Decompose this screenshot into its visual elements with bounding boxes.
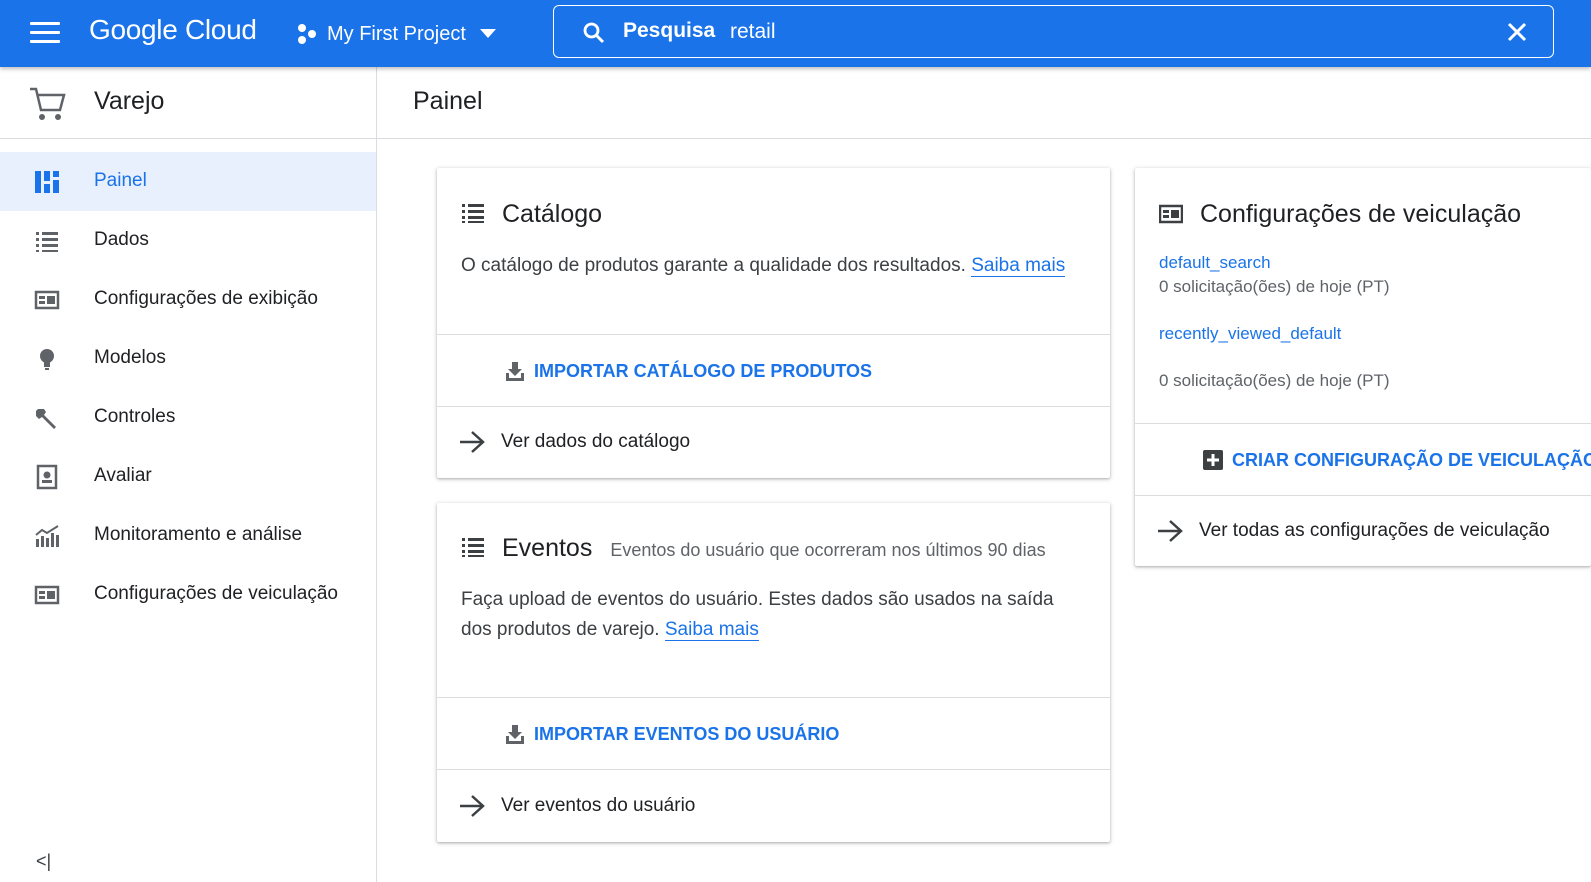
import-events-label: IMPORTAR EVENTOS DO USUÁRIO (534, 723, 840, 744)
serving-config-icon (1159, 204, 1183, 224)
divider (437, 697, 1110, 698)
catalog-title: Catálogo (502, 200, 603, 228)
wrench-icon (36, 409, 56, 429)
import-events-button[interactable]: IMPORTAR EVENTOS DO USUÁRIO (504, 723, 839, 745)
nav-list: Painel Dados Configurações de exibição M… (0, 152, 376, 624)
divider (1135, 495, 1591, 496)
add-box-icon (1203, 450, 1223, 470)
search-input[interactable] (730, 16, 1430, 48)
config-recently-viewed-link[interactable]: recently_viewed_default (1159, 324, 1341, 344)
sidebar-item-configuracoes-veiculacao[interactable]: Configurações de veiculação (0, 565, 376, 624)
arrow-right-icon (460, 431, 485, 453)
sidebar-item-avaliar[interactable]: Avaliar (0, 447, 376, 506)
list-icon (462, 204, 484, 223)
create-serving-config-label: CRIAR CONFIGURAÇÃO DE VEICULAÇÃO (1232, 449, 1591, 470)
view-all-serving-configs-label: Ver todas as configurações de veiculação (1199, 520, 1550, 541)
chevron-down-icon (479, 29, 496, 38)
close-icon[interactable] (1506, 21, 1528, 43)
events-card: Eventos Eventos do usuário que ocorreram … (437, 503, 1110, 842)
sidebar-item-dados[interactable]: Dados (0, 211, 376, 270)
events-subtitle: Eventos do usuário que ocorreram nos últ… (610, 540, 1046, 560)
create-serving-config-button[interactable]: CRIAR CONFIGURAÇÃO DE VEICULAÇÃO (1202, 449, 1591, 471)
view-catalog-link[interactable]: Ver dados do catálogo (459, 430, 690, 454)
events-learn-more-link[interactable]: Saiba mais (664, 619, 759, 641)
arrow-right-icon (460, 795, 485, 817)
project-name: My First Project (327, 22, 466, 45)
import-catalog-label: IMPORTAR CATÁLOGO DE PRODUTOS (534, 360, 873, 381)
top-app-bar: Google Cloud My First Project Pesquisa (0, 0, 1591, 67)
divider (437, 406, 1110, 407)
sidebar-item-label: Painel (94, 170, 147, 191)
sidebar-item-label: Modelos (94, 347, 166, 368)
config-default-search-link[interactable]: default_search (1159, 253, 1271, 273)
list-icon (462, 538, 484, 557)
config-request-count: 0 solicitação(ões) de hoje (PT) (1159, 371, 1390, 390)
serving-configs-card: Configurações de veiculação default_sear… (1135, 168, 1591, 566)
evaluate-icon (36, 464, 58, 490)
nav-header: Varejo (0, 67, 376, 139)
sidebar-item-label: Configurações de exibição (94, 288, 318, 309)
catalog-learn-more-link[interactable]: Saiba mais (971, 255, 1066, 277)
download-icon (506, 725, 524, 744)
divider (437, 334, 1110, 335)
dashboard-icon (35, 171, 59, 193)
import-catalog-button[interactable]: IMPORTAR CATÁLOGO DE PRODUTOS (504, 360, 872, 382)
sidebar-item-painel[interactable]: Painel (0, 152, 376, 211)
arrow-right-icon (1158, 520, 1183, 542)
product-title: Varejo (94, 87, 165, 115)
events-title: Eventos (502, 534, 593, 562)
main-menu-icon[interactable] (30, 22, 60, 44)
page-header: Painel (377, 67, 1591, 139)
project-icon (298, 24, 316, 44)
divider (437, 769, 1110, 770)
view-events-link[interactable]: Ver eventos do usuário (459, 794, 695, 818)
events-header: Eventos Eventos do usuário que ocorreram … (502, 534, 1046, 563)
analytics-icon (35, 525, 59, 547)
sidebar-item-label: Monitoramento e análise (94, 524, 303, 545)
view-events-label: Ver eventos do usuário (501, 795, 696, 816)
config-request-count: 0 solicitação(ões) de hoje (PT) (1159, 277, 1390, 296)
sidebar-item-configuracoes-exibicao[interactable]: Configurações de exibição (0, 270, 376, 329)
serving-title: Configurações de veiculação (1200, 200, 1522, 228)
sidebar-item-label: Configurações de veiculação (94, 583, 338, 604)
sidebar-item-monitoramento[interactable]: Monitoramento e análise (0, 506, 376, 565)
table-config-icon (34, 290, 60, 310)
sidebar-item-label: Dados (94, 229, 149, 250)
download-icon (506, 362, 524, 381)
lightbulb-icon (40, 349, 54, 370)
catalog-body-text: O catálogo de produtos garante a qualida… (461, 255, 966, 276)
divider (1135, 423, 1591, 424)
project-selector[interactable]: My First Project (296, 18, 505, 50)
search-icon (583, 22, 605, 44)
collapse-nav-icon[interactable]: <| (36, 851, 51, 872)
list-icon (36, 232, 58, 252)
search-label: Pesquisa (623, 19, 716, 42)
sidebar-item-label: Avaliar (94, 465, 152, 486)
view-all-serving-configs-link[interactable]: Ver todas as configurações de veiculação (1157, 519, 1550, 543)
page-title: Painel (413, 87, 483, 115)
google-cloud-logo[interactable]: Google Cloud (89, 14, 257, 46)
catalog-description: O catálogo de produtos garante a qualida… (461, 251, 1091, 281)
sidebar-item-controles[interactable]: Controles (0, 388, 376, 447)
search-bar[interactable]: Pesquisa (553, 5, 1554, 58)
left-nav: Varejo Painel Dados Configurações de exi… (0, 67, 377, 882)
events-description: Faça upload de eventos do usuário. Estes… (461, 585, 1081, 645)
view-catalog-label: Ver dados do catálogo (501, 431, 691, 452)
catalog-card: Catálogo O catálogo de produtos garante … (437, 168, 1110, 478)
serving-config-icon (34, 585, 60, 605)
sidebar-item-modelos[interactable]: Modelos (0, 329, 376, 388)
shopping-cart-icon (30, 87, 66, 120)
sidebar-item-label: Controles (94, 406, 176, 427)
